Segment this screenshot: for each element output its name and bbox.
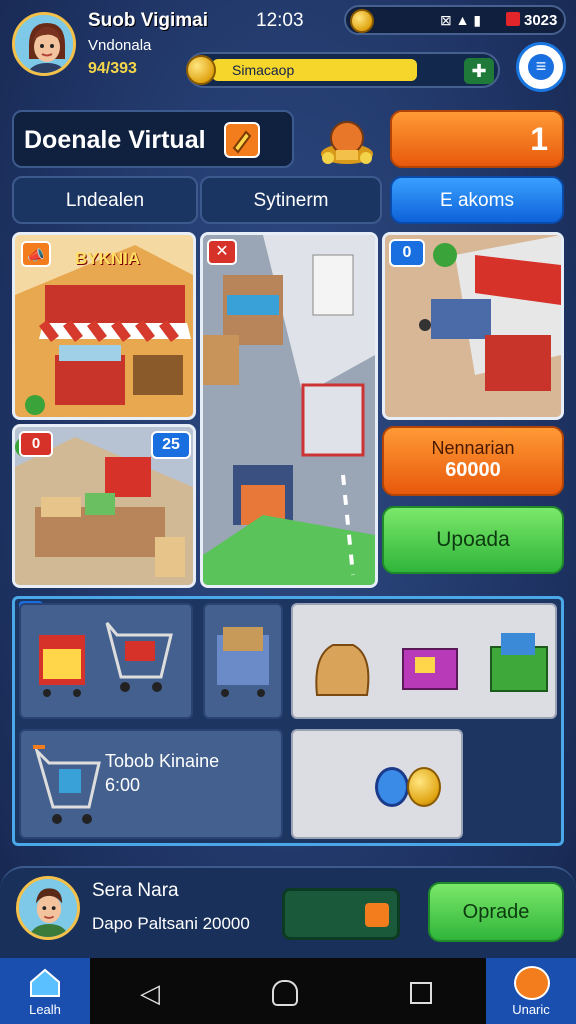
- xp-progress-bar: Simacaop ✚: [186, 52, 500, 88]
- status-bar: ⊠ ▲ ▮ 3023: [344, 5, 566, 35]
- store-title-panel: Doenale Virtual: [12, 110, 294, 168]
- treasure-icon[interactable]: [316, 114, 378, 168]
- footer-subtitle: Dapo Paltsani 20000: [92, 914, 250, 933]
- products-icon: [315, 633, 548, 696]
- footer-gift-icon: [365, 903, 389, 927]
- footer-avatar[interactable]: [16, 876, 80, 940]
- recents-icon[interactable]: [410, 982, 432, 1004]
- price-title: Nennarian: [431, 438, 515, 458]
- item-slot-shelf[interactable]: [203, 603, 283, 719]
- item-slot-carts[interactable]: [19, 603, 193, 719]
- menu-icon: ≡: [528, 54, 554, 80]
- tab-label: Lndealen: [65, 190, 145, 211]
- tab-lndealen[interactable]: Lndealen: [12, 176, 198, 224]
- avatar-male-icon: [19, 879, 77, 937]
- price-value: 60000: [445, 459, 501, 481]
- featured-item[interactable]: Tobob Kinaine 6:00: [19, 729, 283, 839]
- player-name: Suob Vigimai: [88, 10, 209, 31]
- nav-home-label: Lealh: [29, 1002, 61, 1017]
- progress-coin-icon: [186, 55, 216, 85]
- upgrade-label: Upoada: [436, 528, 510, 551]
- store-title: Doenale Virtual: [24, 126, 206, 154]
- player-subtitle: Vndonala: [88, 37, 152, 54]
- edit-icon[interactable]: [224, 122, 260, 158]
- warehouse-count-badge: 25: [151, 431, 191, 459]
- player-level: 94/393: [88, 60, 137, 77]
- coins-slot[interactable]: [291, 729, 463, 839]
- scene-tile-street[interactable]: ✕: [200, 232, 378, 588]
- player-avatar[interactable]: [12, 12, 76, 76]
- tab-sytinerm[interactable]: Sytinerm: [200, 176, 382, 224]
- nav-profile[interactable]: Unaric: [486, 958, 576, 1024]
- shop-sign: BYKNIA: [75, 249, 141, 268]
- footer-slot[interactable]: [282, 888, 400, 940]
- scene-badge: 0: [389, 239, 425, 267]
- footer-upgrade-label: Oprade: [462, 901, 530, 923]
- tab-eakoms[interactable]: E akoms: [390, 176, 564, 224]
- featured-price: 6:00: [105, 775, 141, 795]
- top-action-button[interactable]: 1: [390, 110, 564, 168]
- gem-count: 3023: [524, 12, 558, 29]
- system-nav-bar: ◁: [90, 958, 486, 1024]
- cart-icon: [33, 745, 101, 824]
- featured-title: Tobob Kinaine: [105, 751, 220, 771]
- menu-button[interactable]: ≡: [516, 42, 566, 92]
- nav-profile-label: Unaric: [512, 1002, 550, 1017]
- signal-icons: ⊠ ▲ ▮: [440, 12, 482, 28]
- item-slot-products[interactable]: [291, 603, 557, 719]
- top-action-label: 1: [530, 121, 548, 157]
- items-panel: 2 Tobob Kinaine 6: [12, 596, 564, 846]
- street-illustration: [203, 235, 375, 585]
- upgrade-button[interactable]: Upoada: [382, 506, 564, 574]
- warehouse-badge: 0: [19, 431, 53, 457]
- home-icon: [30, 968, 60, 997]
- battery-icon: [506, 12, 520, 26]
- footer-upgrade-button[interactable]: Oprade: [428, 882, 564, 942]
- megaphone-icon: 📣: [21, 241, 51, 267]
- scene-tile-market[interactable]: 0: [382, 232, 564, 420]
- scene-tile-shop[interactable]: BYKNIA 📣: [12, 232, 196, 420]
- back-icon[interactable]: ◁: [140, 978, 160, 1009]
- footer-panel: Sera Nara Dapo Paltsani 20000 Oprade: [0, 866, 576, 958]
- coin-icon: [350, 9, 374, 33]
- home-nav-icon[interactable]: [272, 980, 298, 1006]
- xp-progress-label: Simacaop: [232, 62, 295, 78]
- tools-icon: ✕: [207, 239, 237, 265]
- carts-icon: [39, 622, 173, 697]
- nav-home[interactable]: Lealh: [0, 958, 90, 1024]
- tab-label: E akoms: [440, 190, 514, 211]
- clock: 12:03: [256, 10, 304, 31]
- price-button[interactable]: Nennarian 60000: [382, 426, 564, 496]
- shelf-icon: [217, 627, 269, 697]
- add-currency-button[interactable]: ✚: [464, 58, 494, 84]
- footer-name: Sera Nara: [92, 880, 179, 901]
- blue-coin-icon: [375, 767, 409, 807]
- tab-label: Sytinerm: [253, 190, 329, 211]
- scene-tile-warehouse[interactable]: 0 25: [12, 424, 196, 588]
- gold-coin-icon: [407, 767, 441, 807]
- profile-icon: [514, 966, 550, 1000]
